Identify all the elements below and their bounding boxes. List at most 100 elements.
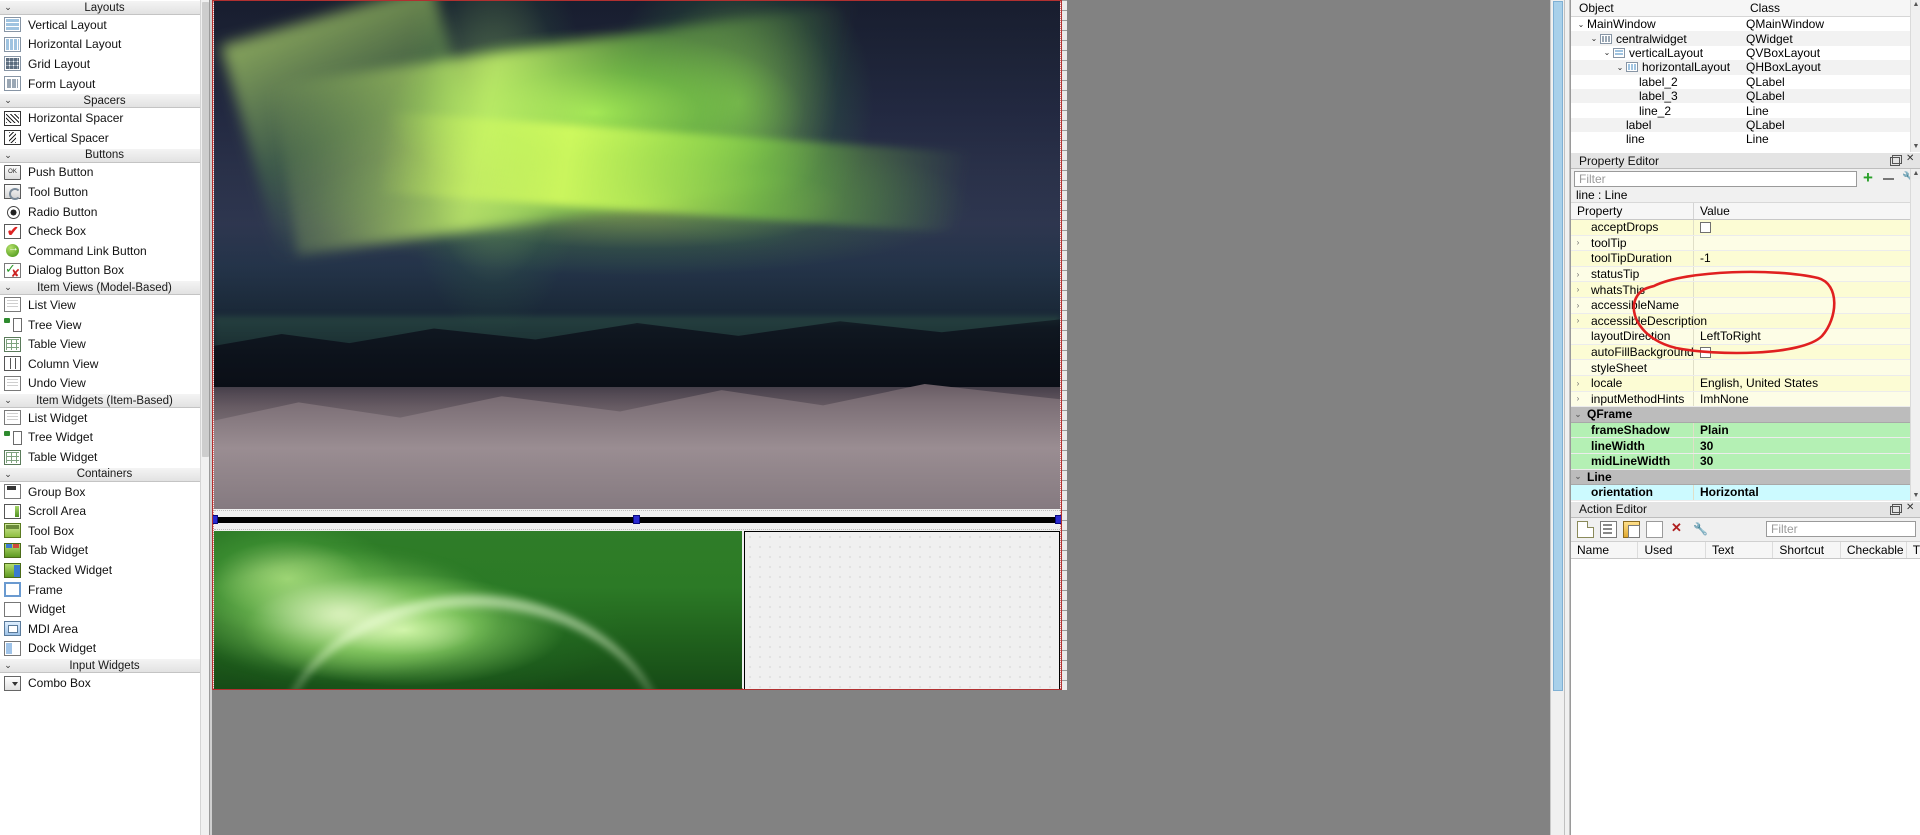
widget-item-vertical-layout[interactable]: Vertical Layout [0, 15, 209, 35]
chevron-down-icon[interactable]: ⌄ [1588, 34, 1600, 43]
property-value-cell[interactable]: Horizontal [1694, 485, 1920, 499]
pe-col-value[interactable]: Value [1694, 204, 1920, 218]
widget-item-radio-button[interactable]: Radio Button [0, 201, 209, 222]
pe-col-property[interactable]: Property [1571, 203, 1694, 219]
ae-col-tooltip[interactable]: T [1907, 542, 1920, 558]
widget-item-column-view[interactable]: Column View [0, 353, 209, 374]
property-value-cell[interactable]: -1 [1694, 251, 1920, 265]
line-2-empty-panel[interactable] [744, 531, 1060, 689]
expand-arrow-icon[interactable]: › [1571, 270, 1585, 279]
expand-arrow-icon[interactable]: › [1571, 301, 1585, 310]
scroll-up-icon[interactable]: ▲ [1911, 169, 1920, 179]
widget-item-list-widget[interactable]: List Widget [0, 408, 209, 428]
property-editor-titlebar[interactable]: Property Editor [1571, 152, 1920, 169]
scroll-up-icon[interactable]: ▲ [1911, 0, 1920, 10]
expand-arrow-icon[interactable]: › [1571, 316, 1585, 325]
property-row-whatsThis[interactable]: › whatsThis [1571, 282, 1920, 298]
widget-category-containers[interactable]: ⌄ Containers [0, 466, 209, 482]
oi-col-object[interactable]: Object [1571, 1, 1746, 15]
property-rows-list[interactable]: acceptDrops › toolTip toolTipDuration -1 › sta… [1571, 220, 1920, 501]
property-row-orientation[interactable]: orientation Horizontal [1571, 485, 1920, 501]
selection-handle-left[interactable] [213, 515, 218, 524]
widget-category-buttons[interactable]: ⌄ Buttons [0, 147, 209, 163]
widget-item-tree-widget[interactable]: Tree Widget [0, 427, 209, 448]
widget-item-tool-box[interactable]: Tool Box [0, 521, 209, 541]
property-row-toolTipDuration[interactable]: toolTipDuration -1 [1571, 251, 1920, 267]
new-action-icon[interactable] [1577, 520, 1594, 538]
property-row-inputMethodHints[interactable]: › inputMethodHints ImhNone [1571, 391, 1920, 408]
edit-action-icon[interactable] [1600, 520, 1617, 538]
close-icon[interactable] [1905, 502, 1916, 515]
property-row-layoutDirection[interactable]: layoutDirection LeftToRight [1571, 329, 1920, 345]
widget-item-group-box[interactable]: Group Box [0, 481, 209, 502]
selection-handle-right[interactable] [1055, 515, 1061, 524]
widget-box-scrollbar-thumb[interactable] [202, 2, 209, 457]
expand-arrow-icon[interactable]: › [1571, 238, 1585, 247]
property-row-QFrame[interactable]: ⌄ QFrame [1571, 407, 1920, 423]
widget-item-combo-box[interactable]: Combo Box [0, 673, 209, 693]
ae-col-checkable[interactable]: Checkable [1841, 541, 1907, 558]
label-green-aurora-photo[interactable] [214, 531, 742, 689]
property-value-cell[interactable] [1694, 346, 1920, 358]
remove-property-icon[interactable] [1880, 171, 1897, 187]
widget-item-widget[interactable]: Widget [0, 599, 209, 620]
property-value-cell[interactable]: 30 [1694, 454, 1920, 468]
add-property-icon[interactable] [1860, 168, 1877, 188]
property-row-midLineWidth[interactable]: midLineWidth 30 [1571, 453, 1920, 470]
delete-action-icon[interactable] [1669, 520, 1686, 538]
object-tree-row-label_2[interactable]: label_2 QLabel [1571, 75, 1920, 89]
property-row-frameShadow[interactable]: frameShadow Plain [1571, 422, 1920, 439]
widget-item-command-link-button[interactable]: Command Link Button [0, 240, 209, 261]
property-value-cell[interactable]: Plain [1694, 423, 1920, 437]
property-row-autoFillBackground[interactable]: autoFillBackground [1571, 344, 1920, 361]
property-value-cell[interactable]: LeftToRight [1694, 329, 1920, 343]
line-widget-slot[interactable] [213, 510, 1061, 530]
selection-handle-center[interactable] [633, 515, 640, 524]
action-editor-titlebar[interactable]: Action Editor [1571, 500, 1920, 518]
widget-category-item-widgets-item-based[interactable]: ⌄ Item Widgets (Item-Based) [0, 393, 209, 409]
ae-col-name[interactable]: Name [1571, 541, 1639, 558]
label-2-aurora-photo[interactable] [214, 1, 1060, 509]
property-row-statusTip[interactable]: › statusTip [1571, 266, 1920, 283]
widget-item-tree-view[interactable]: Tree View [0, 314, 209, 335]
widget-category-layouts[interactable]: ⌄ Layouts [0, 0, 209, 15]
property-editor-scrollbar[interactable]: ▲ ▼ [1910, 169, 1920, 501]
property-row-acceptDrops[interactable]: acceptDrops [1571, 220, 1920, 236]
chevron-down-icon[interactable]: ⌄ [1614, 63, 1626, 72]
expand-arrow-icon[interactable]: ⌄ [1571, 410, 1585, 419]
property-row-styleSheet[interactable]: styleSheet [1571, 360, 1920, 376]
object-tree-row-label_3[interactable]: label_3 QLabel [1571, 88, 1920, 104]
object-tree-row-MainWindow[interactable]: ⌄ MainWindow QMainWindow [1571, 17, 1920, 31]
property-row-accessibleName[interactable]: › accessibleName [1571, 297, 1920, 314]
ae-col-shortcut[interactable]: Shortcut [1773, 541, 1841, 558]
widget-item-push-button[interactable]: Push Button [0, 162, 209, 183]
widget-category-input-widgets[interactable]: ⌄ Input Widgets [0, 658, 209, 674]
canvas-vertical-scrollbar[interactable] [1550, 0, 1564, 835]
ae-col-used[interactable]: Used [1638, 541, 1706, 558]
close-icon[interactable] [1905, 153, 1916, 166]
form-canvas-area[interactable] [210, 0, 1564, 835]
widget-item-tab-widget[interactable]: Tab Widget [0, 540, 209, 561]
widget-item-mdi-area[interactable]: MDI Area [0, 619, 209, 639]
paste-action-icon[interactable] [1646, 520, 1663, 538]
property-row-Line[interactable]: ⌄ Line [1571, 469, 1920, 486]
widget-item-horizontal-spacer[interactable]: Horizontal Spacer [0, 108, 209, 128]
checkbox-unchecked[interactable] [1700, 221, 1711, 233]
ae-col-text[interactable]: Text [1706, 541, 1774, 558]
object-tree-row-centralwidget[interactable]: ⌄ centralwidget QWidget [1571, 31, 1920, 46]
float-icon[interactable] [1889, 503, 1902, 515]
widget-item-undo-view[interactable]: Undo View [0, 373, 209, 394]
scroll-down-icon[interactable]: ▼ [1911, 490, 1920, 501]
widget-item-horizontal-layout[interactable]: Horizontal Layout [0, 34, 209, 55]
chevron-down-icon[interactable]: ⌄ [1601, 48, 1613, 57]
object-inspector-tree[interactable]: ⌄ MainWindow QMainWindow ⌄ centralwidget QWid… [1571, 17, 1920, 152]
property-row-toolTip[interactable]: › toolTip [1571, 235, 1920, 252]
widget-category-spacers[interactable]: ⌄ Spacers [0, 93, 209, 109]
widget-item-dialog-button-box[interactable]: Dialog Button Box [0, 260, 209, 281]
widget-item-table-view[interactable]: Table View [0, 334, 209, 354]
widget-item-vertical-spacer[interactable]: Vertical Spacer [0, 127, 209, 148]
object-tree-row-line_2[interactable]: line_2 Line [1571, 103, 1920, 118]
scroll-down-icon[interactable]: ▼ [1911, 142, 1920, 152]
object-tree-row-line[interactable]: line Line [1571, 132, 1920, 146]
property-row-lineWidth[interactable]: lineWidth 30 [1571, 438, 1920, 454]
